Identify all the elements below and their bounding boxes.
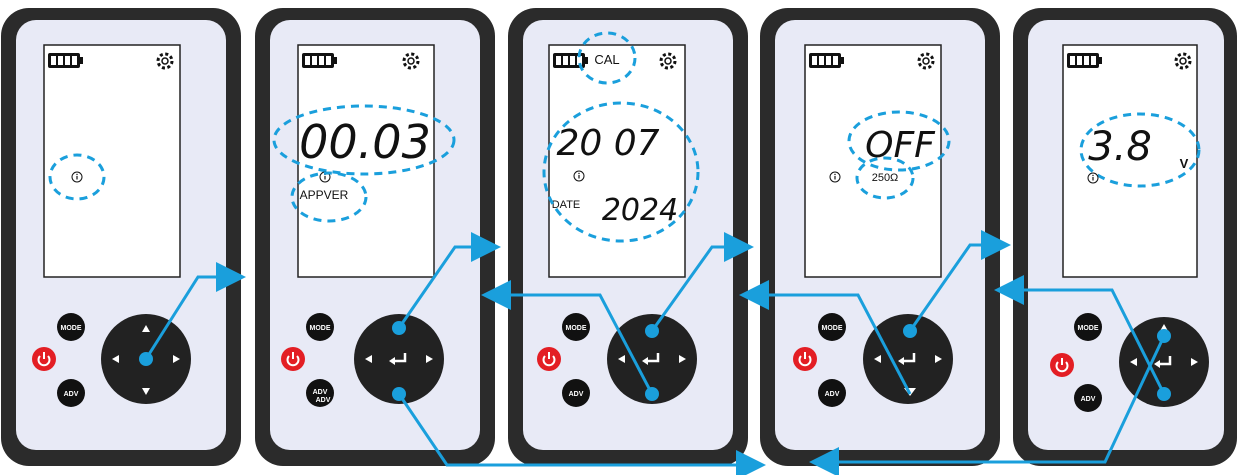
adv-button[interactable]: ADV bbox=[562, 379, 590, 407]
flow-diagram: MODE ADV 00.03 APPVER MODE ADV ADV CAL 2… bbox=[1, 8, 1237, 475]
device-5: 3.8 V MODE ADV bbox=[1013, 8, 1237, 466]
power-button[interactable] bbox=[281, 347, 305, 371]
sub-label: 250Ω bbox=[872, 172, 899, 184]
battery-full-icon bbox=[302, 53, 337, 68]
device-1: MODE ADV bbox=[1, 8, 241, 466]
power-button[interactable] bbox=[537, 347, 561, 371]
battery-full-icon bbox=[553, 53, 588, 68]
adv-button[interactable]: ADV bbox=[818, 379, 846, 407]
adv-button[interactable]: ADV ADV bbox=[306, 379, 334, 407]
adv-button-label: ADV bbox=[313, 389, 328, 396]
device-3: CAL 20 07 DATE 2024 MODE ADV bbox=[508, 8, 748, 466]
nav-pad[interactable] bbox=[607, 314, 697, 404]
mode-button-label: MODE bbox=[310, 325, 331, 332]
mode-button-label: MODE bbox=[1078, 325, 1099, 332]
battery-full-icon bbox=[48, 53, 83, 68]
power-button[interactable] bbox=[793, 347, 817, 371]
sub-label: APPVER bbox=[300, 188, 349, 202]
mode-button[interactable]: MODE bbox=[306, 313, 334, 341]
adv-button[interactable]: ADV bbox=[57, 379, 85, 407]
adv-button-label: ADV bbox=[825, 391, 840, 398]
battery-full-icon bbox=[809, 53, 844, 68]
device-screen bbox=[43, 44, 181, 278]
mode-button[interactable]: MODE bbox=[562, 313, 590, 341]
adv-button[interactable]: ADV bbox=[1074, 384, 1102, 412]
main-value: 20 07 bbox=[556, 123, 659, 164]
main-value: 3.8 bbox=[1088, 124, 1152, 170]
mode-button[interactable]: MODE bbox=[818, 313, 846, 341]
power-button[interactable] bbox=[1050, 353, 1074, 377]
adv-button-label: ADV bbox=[569, 391, 584, 398]
adv-button-label-overlap: ADV bbox=[316, 397, 331, 404]
battery-full-icon bbox=[1067, 53, 1102, 68]
mode-button[interactable]: MODE bbox=[1074, 313, 1102, 341]
mode-button-label: MODE bbox=[61, 325, 82, 332]
year-value: 2024 bbox=[602, 193, 678, 228]
power-button[interactable] bbox=[32, 347, 56, 371]
device-4: OFF 250Ω MODE ADV bbox=[760, 8, 1000, 466]
main-value: 00.03 bbox=[299, 115, 431, 169]
mode-button[interactable]: MODE bbox=[57, 313, 85, 341]
adv-button-label: ADV bbox=[1081, 396, 1096, 403]
mode-button-label: MODE bbox=[822, 325, 843, 332]
mode-button-label: MODE bbox=[566, 325, 587, 332]
top-label: CAL bbox=[594, 52, 619, 67]
device-2: 00.03 APPVER MODE ADV ADV bbox=[255, 8, 495, 466]
unit-label: V bbox=[1180, 156, 1189, 171]
adv-button-label: ADV bbox=[64, 391, 79, 398]
